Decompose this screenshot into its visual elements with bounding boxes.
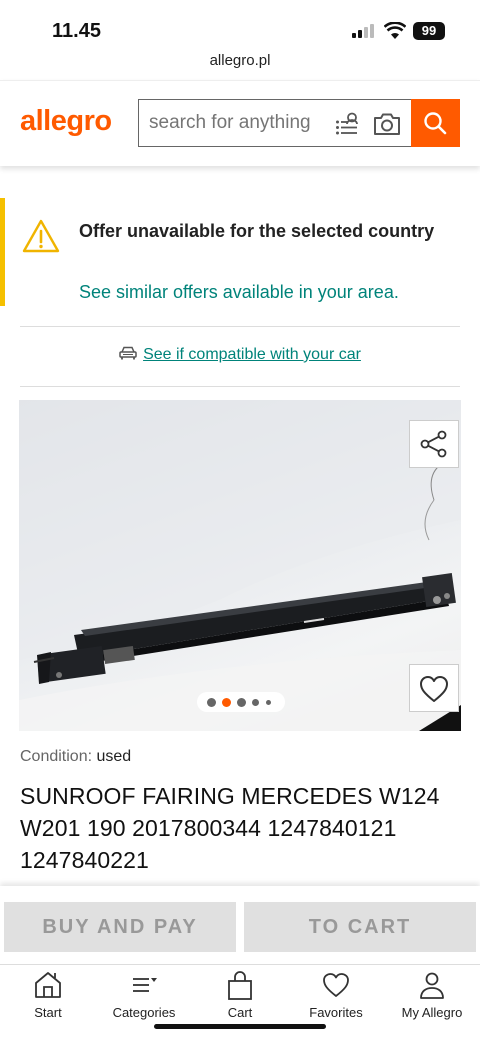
buy-and-pay-button[interactable]: BUY AND PAY xyxy=(4,902,236,952)
search-button[interactable] xyxy=(411,99,460,147)
add-to-cart-button[interactable]: TO CART xyxy=(244,902,476,952)
wifi-icon xyxy=(384,22,406,39)
heart-icon xyxy=(420,676,448,702)
filter-icon[interactable] xyxy=(335,112,359,136)
nav-label: Categories xyxy=(112,1005,176,1020)
camera-icon[interactable] xyxy=(373,112,401,136)
compatibility-row: See if compatible with your car xyxy=(0,346,480,364)
allegro-logo[interactable]: allegro xyxy=(20,105,112,138)
pagination-dot-active[interactable] xyxy=(222,698,231,707)
status-time: 11.45 xyxy=(52,20,101,42)
nav-label: Cart xyxy=(227,1005,253,1020)
action-bar: BUY AND PAY TO CART xyxy=(0,886,480,964)
alert-title: Offer unavailable for the selected count… xyxy=(79,221,435,241)
nav-label: My Allegro xyxy=(401,1005,463,1020)
favorite-button[interactable] xyxy=(409,664,459,712)
pagination-dot[interactable] xyxy=(252,699,259,706)
condition-label: Condition: xyxy=(20,748,93,765)
compatibility-link[interactable]: See if compatible with your car xyxy=(143,346,361,363)
condition-value: used xyxy=(96,748,132,765)
product-image-gallery[interactable] xyxy=(19,400,461,731)
search-box[interactable] xyxy=(138,99,412,147)
warning-icon xyxy=(22,219,60,253)
home-indicator xyxy=(154,1024,326,1029)
gallery-pagination xyxy=(197,692,285,712)
site-header: allegro xyxy=(0,80,480,166)
search-icon xyxy=(424,112,447,135)
divider xyxy=(20,326,460,327)
pagination-dot[interactable] xyxy=(266,700,271,705)
car-icon xyxy=(119,346,137,360)
nav-item-my-allegro[interactable]: My Allegro xyxy=(384,971,480,1020)
product-title: SUNROOF FAIRING MERCEDES W124 W201 190 2… xyxy=(20,783,440,873)
status-bar: 11.45 99 xyxy=(0,0,480,48)
nav-label: Start xyxy=(34,1005,62,1020)
nav-item-start[interactable]: Start xyxy=(0,971,96,1020)
nav-item-cart[interactable]: Cart xyxy=(192,971,288,1020)
battery-indicator: 99 xyxy=(413,22,445,40)
user-icon xyxy=(420,972,444,999)
home-icon xyxy=(35,972,61,998)
search-input[interactable] xyxy=(149,112,329,134)
divider xyxy=(20,386,460,387)
menu-icon xyxy=(133,978,157,992)
condition-row: Condition: used xyxy=(20,748,131,766)
product-photo[interactable] xyxy=(19,400,461,731)
bag-icon xyxy=(228,971,252,1000)
share-icon xyxy=(420,430,447,458)
nav-item-favorites[interactable]: Favorites xyxy=(288,971,384,1020)
share-button[interactable] xyxy=(409,420,459,468)
signal-icon xyxy=(352,24,374,38)
unavailable-alert: Offer unavailable for the selected count… xyxy=(0,198,480,306)
nav-label: Favorites xyxy=(309,1005,363,1020)
pagination-dot[interactable] xyxy=(207,698,216,707)
pagination-dot[interactable] xyxy=(237,698,246,707)
browser-url[interactable]: allegro.pl xyxy=(0,52,480,69)
nav-item-categories[interactable]: Categories xyxy=(96,971,192,1020)
similar-offers-link[interactable]: See similar offers available in your are… xyxy=(79,282,399,303)
heart-icon xyxy=(323,973,349,997)
